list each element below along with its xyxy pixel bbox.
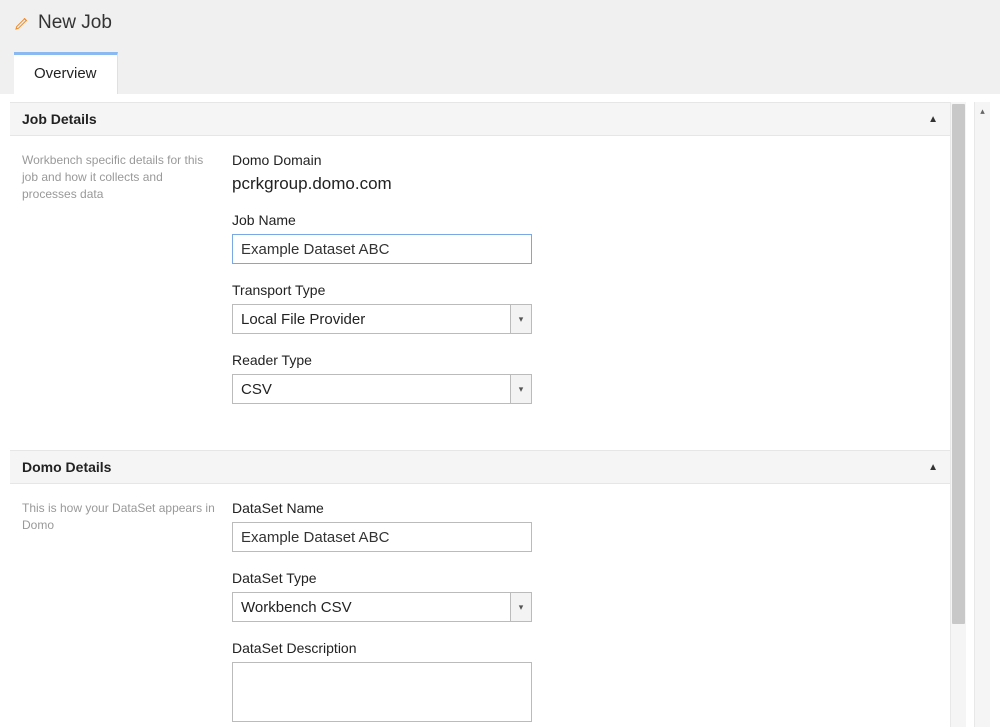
section-title-domo-details: Domo Details [22,459,111,475]
field-dataset-type: DataSet Type Workbench CSV ▾ [232,570,938,622]
pencil-icon [14,15,30,31]
select-transport-type-value: Local File Provider [232,304,510,334]
section-body-job-details: Workbench specific details for this job … [10,136,950,450]
chevron-down-icon[interactable]: ▾ [510,374,532,404]
page-title-row: New Job [14,12,986,34]
select-transport-type[interactable]: Local File Provider ▾ [232,304,532,334]
chevron-down-icon[interactable]: ▾ [510,304,532,334]
job-details-fields: Domo Domain pcrkgroup.domo.com Job Name … [232,152,938,422]
label-dataset-name: DataSet Name [232,500,938,516]
outer-scrollbar[interactable]: ▴ [974,102,990,727]
section-title-job-details: Job Details [22,111,97,127]
collapse-icon: ▲ [928,114,938,125]
label-transport-type: Transport Type [232,282,938,298]
input-dataset-name[interactable] [232,522,532,552]
field-reader-type: Reader Type CSV ▾ [232,352,938,404]
input-job-name[interactable] [232,234,532,264]
label-dataset-type: DataSet Type [232,570,938,586]
content-area: Job Details ▲ Workbench specific details… [0,94,1000,727]
section-header-job-details[interactable]: Job Details ▲ [10,102,950,136]
chevron-down-icon[interactable]: ▾ [510,592,532,622]
inner-panel: Job Details ▲ Workbench specific details… [10,102,966,727]
select-reader-type[interactable]: CSV ▾ [232,374,532,404]
tab-overview[interactable]: Overview [14,52,118,94]
select-dataset-type-value: Workbench CSV [232,592,510,622]
tab-overview-label: Overview [34,65,97,82]
scroll-up-icon[interactable]: ▴ [975,102,990,120]
section-header-domo-details[interactable]: Domo Details ▲ [10,450,950,484]
label-job-name: Job Name [232,212,938,228]
field-domo-domain: Domo Domain pcrkgroup.domo.com [232,152,938,194]
label-reader-type: Reader Type [232,352,938,368]
label-domo-domain: Domo Domain [232,152,938,168]
scroll-region: Job Details ▲ Workbench specific details… [10,102,974,727]
page-title: New Job [38,12,112,34]
select-dataset-type[interactable]: Workbench CSV ▾ [232,592,532,622]
field-job-name: Job Name [232,212,938,264]
inner-scrollbar[interactable] [950,102,966,727]
section-body-domo-details: This is how your DataSet appears in Domo… [10,484,950,727]
field-transport-type: Transport Type Local File Provider ▾ [232,282,938,334]
input-dataset-description[interactable] [232,662,532,722]
collapse-icon: ▲ [928,462,938,473]
value-domo-domain: pcrkgroup.domo.com [232,174,938,194]
scrollbar-thumb[interactable] [952,104,965,624]
select-reader-type-value: CSV [232,374,510,404]
domo-details-desc: This is how your DataSet appears in Domo [22,500,232,727]
field-dataset-name: DataSet Name [232,500,938,552]
job-details-desc: Workbench specific details for this job … [22,152,232,422]
header-bar: New Job Overview [0,0,1000,94]
field-dataset-description: DataSet Description [232,640,938,725]
domo-details-fields: DataSet Name DataSet Type Workbench CSV … [232,500,938,727]
label-dataset-description: DataSet Description [232,640,938,656]
tabs: Overview [14,52,986,94]
